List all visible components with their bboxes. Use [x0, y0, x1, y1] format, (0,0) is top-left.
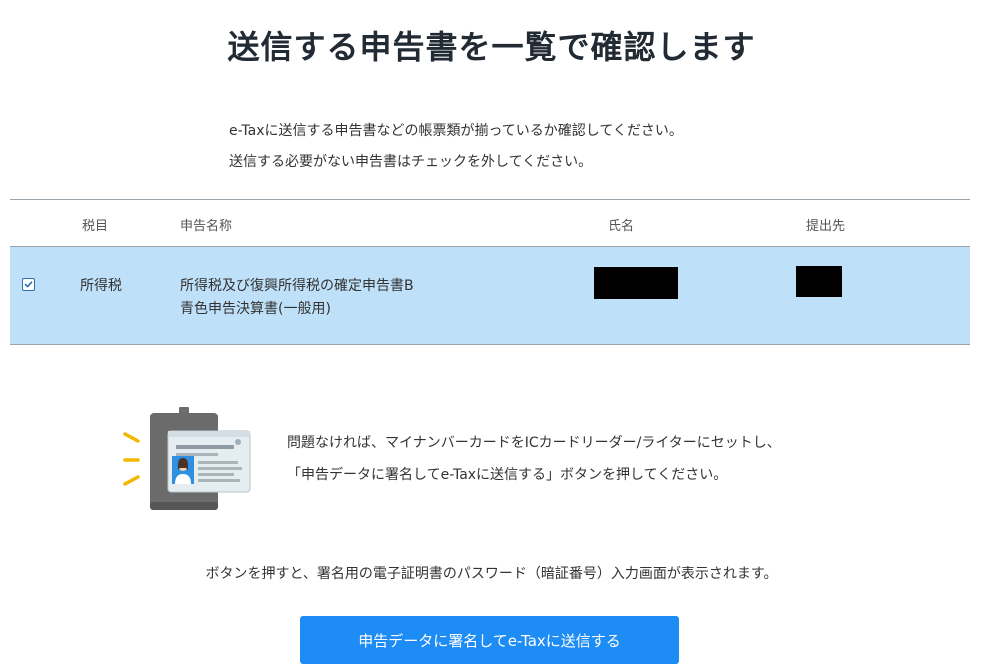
- checkmark-icon: [24, 281, 33, 288]
- forms-table: 税目 申告名称 氏名 提出先 所得税 所得税及び復興所得税の確定申告書B 青色申…: [10, 199, 970, 345]
- header-tax-item: 税目: [82, 219, 109, 234]
- intro-text: e-Taxに送信する申告書などの帳票類が揃っているか確認してください。 送信する…: [229, 116, 683, 178]
- form-name-1: 所得税及び復興所得税の確定申告書B: [180, 278, 414, 294]
- guide-text: 問題なければ、マイナンバーカードをICカードリーダー/ライターにセットし、 「申…: [287, 427, 781, 491]
- form-name-2: 青色申告決算書(一般用): [180, 301, 331, 317]
- page-title: 送信する申告書を一覧で確認します: [227, 28, 756, 66]
- table-row: 所得税 所得税及び復興所得税の確定申告書B 青色申告決算書(一般用): [10, 247, 970, 345]
- header-person: 氏名: [608, 219, 635, 234]
- guide-line-1: 問題なければ、マイナンバーカードをICカードリーダー/ライターにセットし、: [287, 435, 781, 451]
- redacted-destination: [796, 266, 842, 297]
- cell-form-names: 所得税及び復興所得税の確定申告書B 青色申告決算書(一般用): [180, 275, 414, 321]
- my-number-card-reader-icon: [123, 407, 251, 510]
- password-note: ボタンを押すと、署名用の電子証明書のパスワード（暗証番号）入力画面が表示されます…: [205, 566, 778, 582]
- row-checkbox[interactable]: [22, 278, 35, 291]
- redacted-person-name: [594, 267, 678, 299]
- cell-tax-item: 所得税: [80, 278, 122, 294]
- intro-line-2: 送信する必要がない申告書はチェックを外してください。: [229, 154, 593, 170]
- sign-and-submit-button[interactable]: 申告データに署名してe-Taxに送信する: [300, 616, 679, 664]
- header-destination: 提出先: [806, 219, 846, 234]
- header-form-name: 申告名称: [180, 219, 233, 234]
- guide-line-2: 「申告データに署名してe-Taxに送信する」ボタンを押してください。: [287, 467, 728, 483]
- intro-line-1: e-Taxに送信する申告書などの帳票類が揃っているか確認してください。: [229, 123, 683, 139]
- table-header: 税目 申告名称 氏名 提出先: [10, 200, 970, 247]
